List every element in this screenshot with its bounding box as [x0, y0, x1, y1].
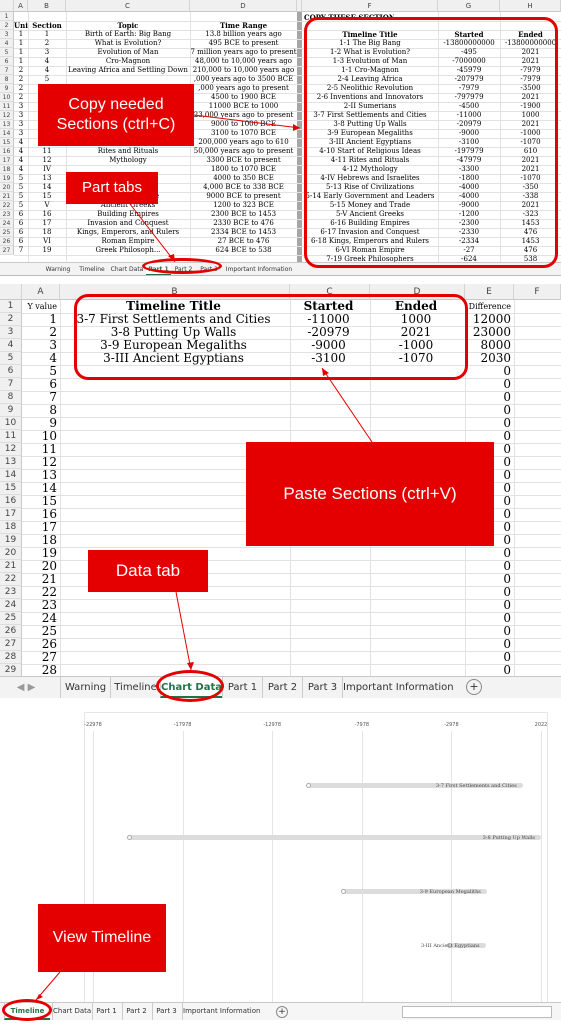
chart-data-sheet-screenshot: ABCDEF 1 2 3 4 5 6 7 8 9 10 11 12 13 14 15 16 17 18 19 20 21… [0, 284, 561, 704]
timeline-sheet-screenshot: -22978 -17978 -12978 -7978 -2978 2022 3-7 Fir… [0, 708, 561, 1024]
callout-arrows [175, 367, 373, 671]
callout-arrows [35, 971, 61, 1001]
callout-arrows [129, 114, 301, 263]
part-sheet-screenshot: ABCDFGH 1 2 3 4 5 6 7 8 9 10 11 12 13 14 15 16 17 18 19 20 2… [0, 0, 561, 276]
